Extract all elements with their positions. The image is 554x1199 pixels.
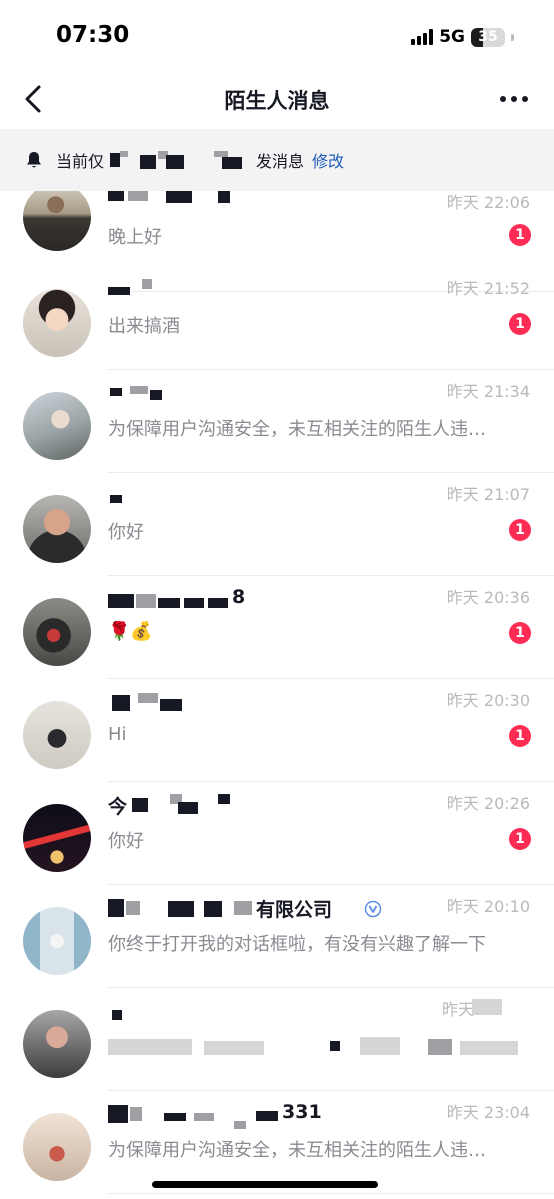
message-row[interactable]: 昨天 21:34 为保障用户沟通安全，未互相关注的陌生人违…	[0, 371, 554, 473]
privacy-notice-bar: 当前仅 发消息 修改	[0, 129, 554, 191]
unread-badge: 1	[509, 828, 531, 850]
status-indicators: 5G 35	[411, 26, 514, 48]
bell-icon	[27, 152, 41, 168]
avatar[interactable]	[23, 907, 91, 975]
message-preview: 🌹💰	[108, 621, 153, 642]
verified-badge-icon	[364, 900, 382, 918]
divider	[108, 987, 554, 988]
message-preview: 晚上好	[108, 227, 162, 248]
avatar[interactable]	[23, 1010, 91, 1078]
divider	[108, 884, 554, 885]
message-time: 昨天 22:06	[446, 193, 530, 212]
nav-bar: 陌生人消息	[0, 70, 554, 128]
unread-badge: 1	[509, 519, 531, 541]
notice-text-start: 当前仅	[56, 152, 105, 171]
message-row[interactable]: 今 昨天 20:26 你好 1	[0, 783, 554, 885]
unread-badge: 1	[509, 313, 531, 335]
divider	[108, 1090, 554, 1091]
message-row[interactable]: 8 昨天 20:36 🌹💰 1	[0, 577, 554, 679]
divider	[108, 1193, 554, 1194]
message-row[interactable]: 昨天 20:30 Hi 1	[0, 680, 554, 782]
avatar[interactable]	[23, 495, 91, 563]
status-time: 07:30	[56, 22, 130, 48]
battery-level: 35	[478, 28, 498, 45]
avatar[interactable]	[23, 191, 91, 251]
divider	[108, 781, 554, 782]
avatar[interactable]	[23, 701, 91, 769]
divider	[108, 678, 554, 679]
avatar[interactable]	[23, 289, 91, 357]
signal-icon	[411, 29, 434, 45]
avatar[interactable]	[23, 392, 91, 460]
message-time: 昨天 20:36	[446, 588, 530, 607]
avatar[interactable]	[23, 1113, 91, 1181]
message-time: 昨天 20:10	[446, 897, 530, 916]
message-row[interactable]: 昨天 21:07 你好 1	[0, 474, 554, 576]
message-time: 昨天 21:34	[446, 382, 530, 401]
notice-redacted	[104, 149, 256, 171]
avatar[interactable]	[23, 598, 91, 666]
avatar[interactable]	[23, 804, 91, 872]
message-preview: 出来搞酒	[108, 316, 180, 337]
status-bar: 07:30 5G 35	[0, 0, 554, 70]
network-label: 5G	[439, 27, 465, 47]
stranger-message-list: 昨天 22:06 晚上好 1 昨天 21:52 出来搞酒 1 昨天 21:34 …	[0, 191, 554, 1199]
message-time: 昨天 21:07	[446, 485, 530, 504]
message-time: 昨天	[441, 1000, 474, 1019]
message-preview: 为保障用户沟通安全，未互相关注的陌生人违…	[108, 1140, 486, 1161]
message-preview: 为保障用户沟通安全，未互相关注的陌生人违…	[108, 419, 486, 440]
battery-icon: 35	[471, 27, 505, 47]
notice-text-end: 发消息	[256, 152, 305, 171]
page-title: 陌生人消息	[224, 89, 330, 113]
message-time: 昨天 23:04	[446, 1103, 530, 1122]
divider	[108, 472, 554, 473]
notice-edit-link[interactable]: 修改	[312, 148, 344, 172]
divider	[108, 369, 554, 370]
message-preview: 你好	[108, 831, 144, 852]
home-indicator	[152, 1181, 378, 1188]
unread-badge: 1	[509, 622, 531, 644]
message-preview: Hi	[108, 724, 127, 745]
message-row[interactable]: 昨天 21:52 出来搞酒 1	[0, 268, 554, 370]
contact-name: 今	[108, 792, 230, 819]
battery-cap	[511, 33, 514, 41]
message-time: 昨天 20:26	[446, 794, 530, 813]
divider	[108, 575, 554, 576]
message-row[interactable]: 有限公司 昨天 20:10 你终于打开我的对话框啦，有没有兴趣了解一下	[0, 886, 554, 988]
message-row[interactable]: 昨天	[0, 989, 554, 1091]
message-preview: 你好	[108, 522, 144, 543]
message-row[interactable]: 331 昨天 23:04 为保障用户沟通安全，未互相关注的陌生人违…	[0, 1092, 554, 1194]
message-time: 昨天 20:30	[446, 691, 530, 710]
unread-badge: 1	[509, 725, 531, 747]
message-time: 昨天 21:52	[446, 279, 530, 298]
unread-badge: 1	[509, 224, 531, 246]
message-preview: 你终于打开我的对话框啦，有没有兴趣了解一下	[108, 934, 486, 955]
more-horizontal-icon[interactable]	[496, 84, 532, 114]
